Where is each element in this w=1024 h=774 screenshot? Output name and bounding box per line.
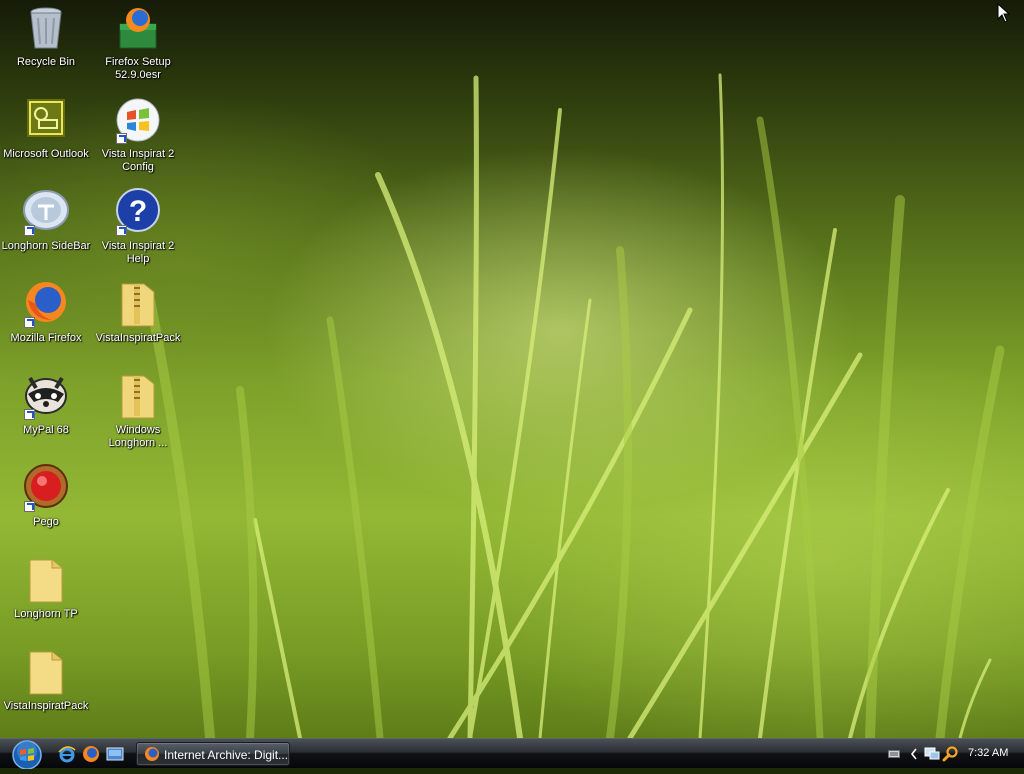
start-orb-icon	[12, 740, 42, 770]
desktop-icon-vista-help[interactable]: ? Vista Inspirat 2 Help	[92, 188, 184, 266]
desktop-icon-vistainspiratpack-folder[interactable]: VistaInspiratPack	[0, 648, 92, 713]
desktop-icon-label: Vista Inspirat 2 Help	[101, 240, 175, 265]
folder-icon	[22, 556, 70, 604]
desktop-icon-windows-longhorn-zip[interactable]: Windows Longhorn ...	[92, 372, 184, 450]
desktop-icon-longhorn-tp[interactable]: Longhorn TP	[0, 556, 92, 621]
desktop-icon-label: Pego	[33, 516, 59, 528]
desktop-icon-vista-config[interactable]: Vista Inspirat 2 Config	[92, 96, 184, 174]
desktop-icon-label: Longhorn SideBar	[1, 240, 91, 252]
sidebar-icon	[22, 188, 70, 236]
windows-logo-icon	[114, 96, 162, 144]
shortcut-arrow-icon	[116, 225, 127, 236]
shortcut-arrow-icon	[24, 317, 35, 328]
shortcut-arrow-icon	[24, 501, 35, 512]
desktop-icon-label: Longhorn TP	[14, 608, 78, 620]
zip-folder-icon	[114, 280, 162, 328]
folder-icon	[22, 648, 70, 696]
firefox-setup-icon	[114, 4, 162, 52]
desktop-icon-label: Vista Inspirat 2 Config	[101, 148, 175, 173]
firefox-icon	[145, 747, 159, 761]
start-button[interactable]	[8, 739, 46, 770]
desktop-icon-longhorn-sidebar[interactable]: Longhorn SideBar	[0, 188, 92, 253]
taskbar: Internet Archive: Digit... 7:32 AM	[0, 738, 1024, 770]
desktop-icon-label: Windows Longhorn ...	[108, 424, 168, 449]
svg-text:?: ?	[129, 195, 147, 228]
shortcut-arrow-icon	[24, 409, 35, 420]
desktop-icon-label: Firefox Setup 52.9.0esr	[105, 56, 171, 81]
quick-launch-internet-explorer[interactable]	[58, 745, 76, 763]
chevron-left-icon[interactable]	[910, 748, 918, 760]
taskbar-button-internet-archive[interactable]: Internet Archive: Digit...	[136, 742, 290, 766]
desktop-icon-label: VistaInspiratPack	[95, 332, 181, 344]
help-icon: ?	[114, 188, 162, 236]
mypal-icon	[22, 372, 70, 420]
clock[interactable]: 7:32 AM	[968, 747, 1008, 759]
desktop-icon-label: VistaInspiratPack	[3, 700, 89, 712]
keyboard-icon[interactable]	[888, 749, 900, 759]
taskbar-button-label: Internet Archive: Digit...	[164, 748, 289, 762]
show-desktop-icon	[106, 747, 124, 761]
firefox-icon	[22, 280, 70, 328]
outlook-icon	[22, 96, 70, 144]
desktop-icon-outlook[interactable]: Microsoft Outlook	[0, 96, 92, 161]
desktop-icon-recycle-bin[interactable]: Recycle Bin	[0, 4, 92, 69]
quick-launch-firefox[interactable]	[82, 745, 100, 763]
desktop-icon-vistainspiratpack-zip[interactable]: VistaInspiratPack	[92, 280, 184, 345]
desktop-icon-pego[interactable]: Pego	[0, 464, 92, 529]
desktop-icon-label: Recycle Bin	[16, 56, 76, 68]
pego-icon	[22, 464, 70, 512]
firefox-icon	[83, 746, 99, 762]
zip-folder-icon	[114, 372, 162, 420]
internet-explorer-icon	[58, 746, 76, 763]
desktop-icon-label: MyPal 68	[23, 424, 69, 436]
recycle-bin-icon	[22, 4, 70, 52]
quick-launch-show-desktop[interactable]	[106, 745, 124, 763]
search-icon[interactable]	[942, 746, 958, 762]
network-icon[interactable]	[924, 747, 940, 761]
shortcut-arrow-icon	[116, 133, 127, 144]
mouse-cursor-icon	[997, 2, 1011, 28]
desktop-icon-label: Microsoft Outlook	[3, 148, 89, 160]
desktop-icon-mypal[interactable]: MyPal 68	[0, 372, 92, 437]
shortcut-arrow-icon	[24, 225, 35, 236]
desktop-icon-firefox-setup[interactable]: Firefox Setup 52.9.0esr	[92, 4, 184, 82]
desktop-icon-label: Mozilla Firefox	[10, 332, 82, 344]
desktop-icon-mozilla-firefox[interactable]: Mozilla Firefox	[0, 280, 92, 345]
